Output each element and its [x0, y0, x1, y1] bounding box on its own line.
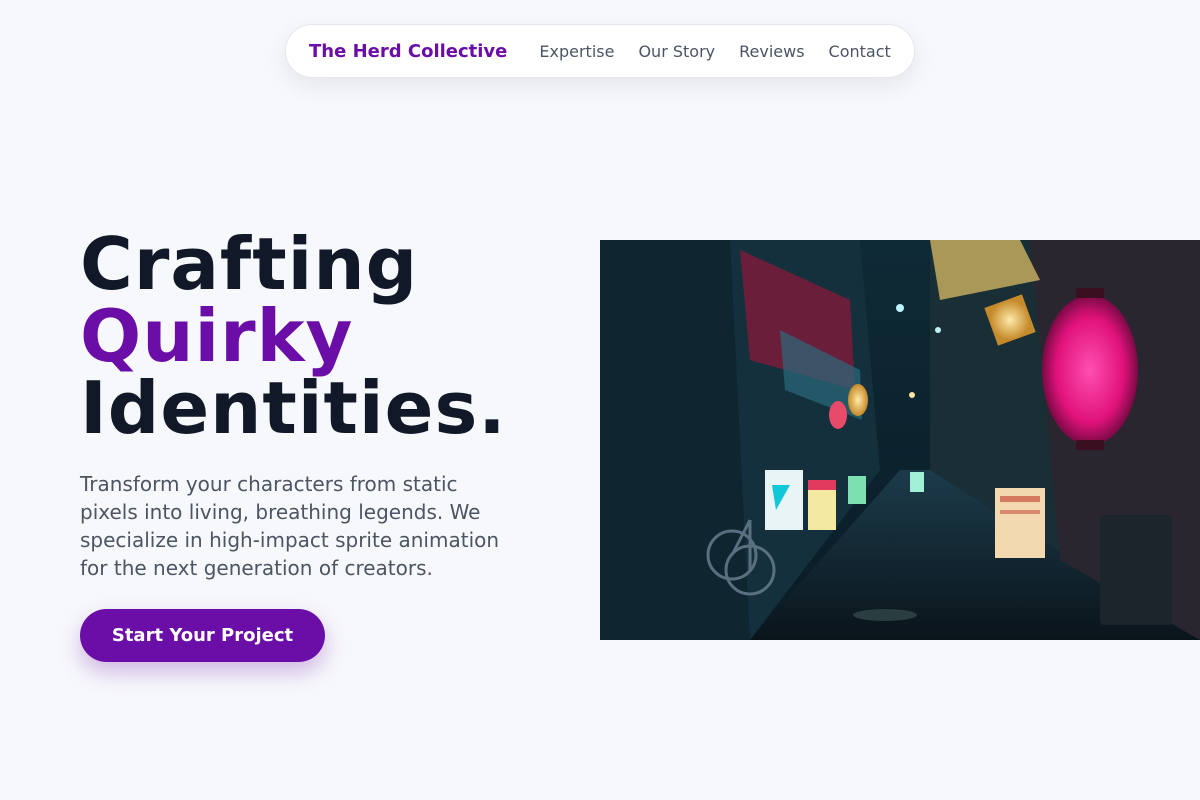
neon-alley-illustration	[600, 240, 1200, 640]
start-project-button[interactable]: Start Your Project	[80, 609, 325, 662]
nav-link-reviews[interactable]: Reviews	[739, 42, 804, 61]
hero-title-line-1: Crafting	[80, 222, 419, 306]
nav-link-expertise[interactable]: Expertise	[539, 42, 614, 61]
hero-image	[600, 240, 1200, 640]
brand-logo-link[interactable]: The Herd Collective	[309, 41, 507, 62]
hero-title-line-3: Identities.	[80, 366, 507, 450]
nav-link-our-story[interactable]: Our Story	[638, 42, 715, 61]
nav-links: Expertise Our Story Reviews Contact	[539, 42, 890, 61]
hero-subtitle: Transform your characters from static pi…	[80, 472, 500, 580]
top-navbar: The Herd Collective Expertise Our Story …	[285, 24, 915, 78]
nav-link-contact[interactable]: Contact	[829, 42, 891, 61]
hero-title-line-2: Quirky	[80, 294, 354, 378]
hero-title: Crafting Quirky Identities.	[80, 228, 507, 444]
